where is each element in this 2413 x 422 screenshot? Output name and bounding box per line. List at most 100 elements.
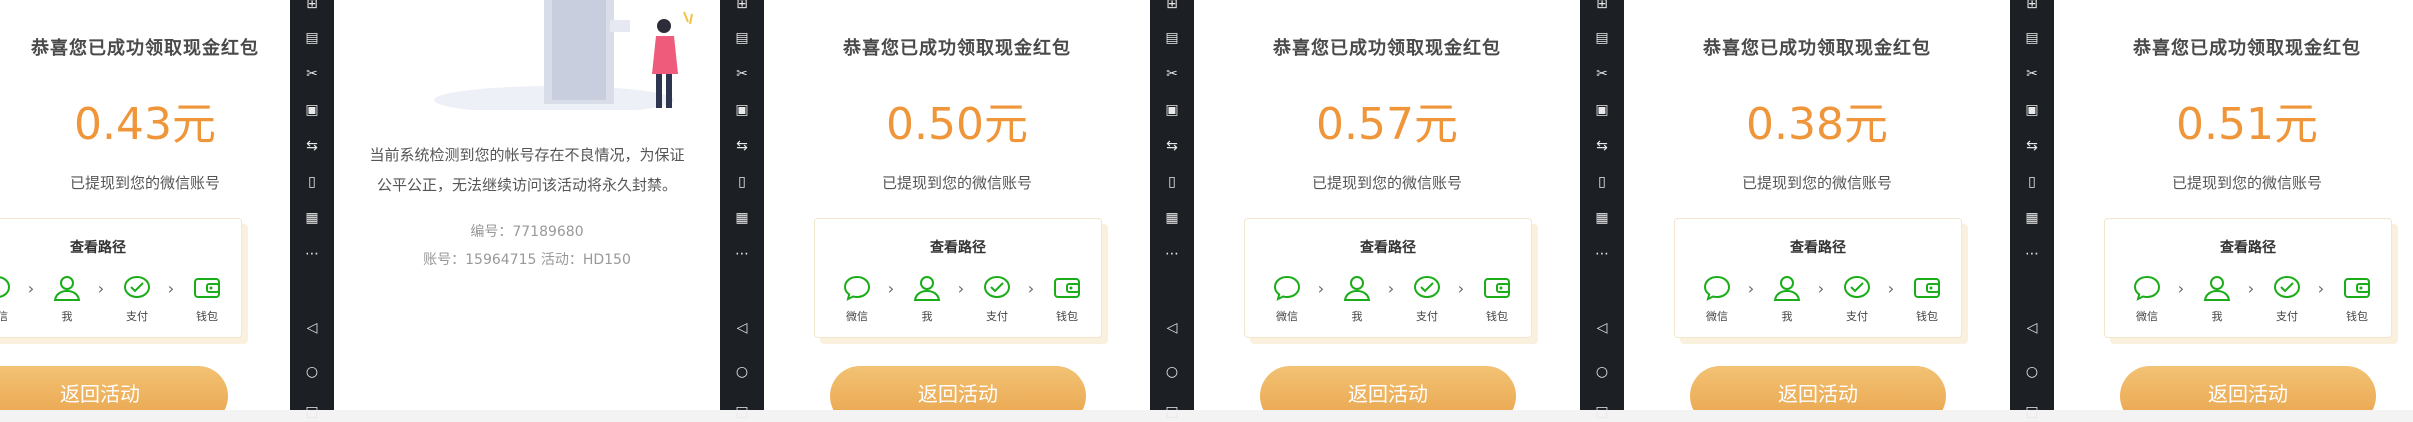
apk-icon[interactable]: ▤	[302, 28, 322, 48]
add-square-icon[interactable]: ⊞	[1162, 0, 1182, 14]
return-button[interactable]: 返回活动	[2120, 366, 2376, 410]
wallet-icon	[1054, 278, 1080, 298]
apk-icon[interactable]: ▤	[732, 28, 752, 48]
more-icon[interactable]: ⋯	[302, 244, 322, 264]
more-icon[interactable]: ⋯	[1592, 244, 1612, 264]
path-card: 查看路径 微信 › 我 › 支付 › 钱包	[0, 218, 242, 338]
recents-square-icon[interactable]: □	[302, 402, 322, 422]
add-square-icon[interactable]: ⊞	[302, 0, 322, 14]
back-triangle-icon[interactable]: ◁	[1592, 318, 1612, 338]
video-icon[interactable]: ▣	[1162, 100, 1182, 120]
step-me: 我	[1337, 271, 1377, 324]
more-icon[interactable]: ⋯	[1162, 244, 1182, 264]
chevron-right-icon: ›	[1747, 279, 1755, 298]
qr-code-icon[interactable]: ▦	[1162, 208, 1182, 228]
step-label: 支付	[1846, 310, 1868, 323]
recents-square-icon[interactable]: □	[1592, 402, 1612, 422]
add-square-icon[interactable]: ⊞	[732, 0, 752, 14]
video-icon[interactable]: ▣	[732, 100, 752, 120]
step-label: 我	[1351, 310, 1363, 323]
step-wallet: 钱包	[187, 271, 227, 324]
step-label: 我	[61, 310, 73, 323]
vibrate-icon[interactable]: ▯	[1162, 172, 1182, 192]
add-square-icon[interactable]: ⊞	[2022, 0, 2042, 14]
step-me: 我	[47, 271, 87, 324]
recents-square-icon[interactable]: □	[1162, 402, 1182, 422]
path-card: 查看路径 微信 › 我 › 支付 › 钱包	[2104, 218, 2392, 338]
swap-icon[interactable]: ⇆	[2022, 136, 2042, 156]
video-icon[interactable]: ▣	[2022, 100, 2042, 120]
recents-square-icon[interactable]: □	[2022, 402, 2042, 422]
check-circle-icon	[124, 276, 150, 298]
withdraw-note: 已提现到您的微信账号	[2171, 174, 2322, 192]
person-icon	[2203, 276, 2231, 301]
step-label: 钱包	[1056, 310, 1078, 323]
wallet-icon	[1914, 278, 1940, 298]
return-button[interactable]: 返回活动	[830, 366, 1086, 410]
side-toolbar: ⊞ ▤ ✂ ▣ ⇆ ▯ ▦ ⋯ ◁ ○ □	[2010, 0, 2054, 419]
apk-icon[interactable]: ▤	[2022, 28, 2042, 48]
step-wallet: 钱包	[1907, 271, 1947, 324]
return-button[interactable]: 返回活动	[1260, 366, 1516, 410]
step-wechat: 微信	[1267, 271, 1307, 324]
chevron-right-icon: ›	[1317, 279, 1325, 298]
step-wallet: 钱包	[2337, 271, 2377, 324]
step-label: 微信	[1276, 310, 1298, 323]
qr-code-icon[interactable]: ▦	[732, 208, 752, 228]
panel-title: 恭喜您已成功领取现金红包	[2133, 38, 2361, 59]
path-card: 查看路径 微信 › 我 › 支付 › 钱包	[1244, 218, 1532, 338]
vibrate-icon[interactable]: ▯	[732, 172, 752, 192]
chat-bubble-icon	[843, 275, 871, 301]
apk-icon[interactable]: ▤	[1592, 28, 1612, 48]
step-wechat: 微信	[837, 271, 877, 324]
step-label: 我	[921, 310, 933, 323]
step-wallet: 钱包	[1047, 271, 1087, 324]
scissors-icon[interactable]: ✂	[2022, 64, 2042, 84]
chevron-right-icon: ›	[167, 279, 175, 298]
home-circle-icon[interactable]: ○	[732, 362, 752, 382]
withdraw-note: 已提现到您的微信账号	[1741, 174, 1892, 192]
vibrate-icon[interactable]: ▯	[2022, 172, 2042, 192]
return-button[interactable]: 返回活动	[0, 366, 228, 410]
back-triangle-icon[interactable]: ◁	[302, 318, 322, 338]
apk-icon[interactable]: ▤	[1162, 28, 1182, 48]
swap-icon[interactable]: ⇆	[1162, 136, 1182, 156]
home-circle-icon[interactable]: ○	[2022, 362, 2042, 382]
chevron-right-icon: ›	[1027, 279, 1035, 298]
more-icon[interactable]: ⋯	[2022, 244, 2042, 264]
swap-icon[interactable]: ⇆	[302, 136, 322, 156]
panel-title: 恭喜您已成功领取现金红包	[31, 38, 259, 59]
back-triangle-icon[interactable]: ◁	[1162, 318, 1182, 338]
blocked-illustration	[434, 0, 693, 110]
check-circle-icon	[1414, 276, 1440, 298]
add-square-icon[interactable]: ⊞	[1592, 0, 1612, 14]
scissors-icon[interactable]: ✂	[1162, 64, 1182, 84]
vibrate-icon[interactable]: ▯	[302, 172, 322, 192]
home-circle-icon[interactable]: ○	[302, 362, 322, 382]
scissors-icon[interactable]: ✂	[732, 64, 752, 84]
withdraw-note: 已提现到您的微信账号	[69, 174, 220, 192]
home-circle-icon[interactable]: ○	[1162, 362, 1182, 382]
reward-amount: 0.38元	[1746, 99, 1888, 150]
more-icon[interactable]: ⋯	[732, 244, 752, 264]
qr-code-icon[interactable]: ▦	[2022, 208, 2042, 228]
scissors-icon[interactable]: ✂	[1592, 64, 1612, 84]
scissors-icon[interactable]: ✂	[302, 64, 322, 84]
return-button[interactable]: 返回活动	[1690, 366, 1946, 410]
home-circle-icon[interactable]: ○	[1592, 362, 1612, 382]
check-circle-icon	[1844, 276, 1870, 298]
recents-square-icon[interactable]: □	[732, 402, 752, 422]
chevron-right-icon: ›	[1887, 279, 1895, 298]
swap-icon[interactable]: ⇆	[1592, 136, 1612, 156]
back-triangle-icon[interactable]: ◁	[732, 318, 752, 338]
step-wechat: 微信	[1697, 271, 1737, 324]
video-icon[interactable]: ▣	[1592, 100, 1612, 120]
vibrate-icon[interactable]: ▯	[1592, 172, 1612, 192]
swap-icon[interactable]: ⇆	[732, 136, 752, 156]
back-triangle-icon[interactable]: ◁	[2022, 318, 2042, 338]
step-label: 我	[1781, 310, 1793, 323]
qr-code-icon[interactable]: ▦	[1592, 208, 1612, 228]
step-me: 我	[907, 271, 947, 324]
qr-code-icon[interactable]: ▦	[302, 208, 322, 228]
video-icon[interactable]: ▣	[302, 100, 322, 120]
